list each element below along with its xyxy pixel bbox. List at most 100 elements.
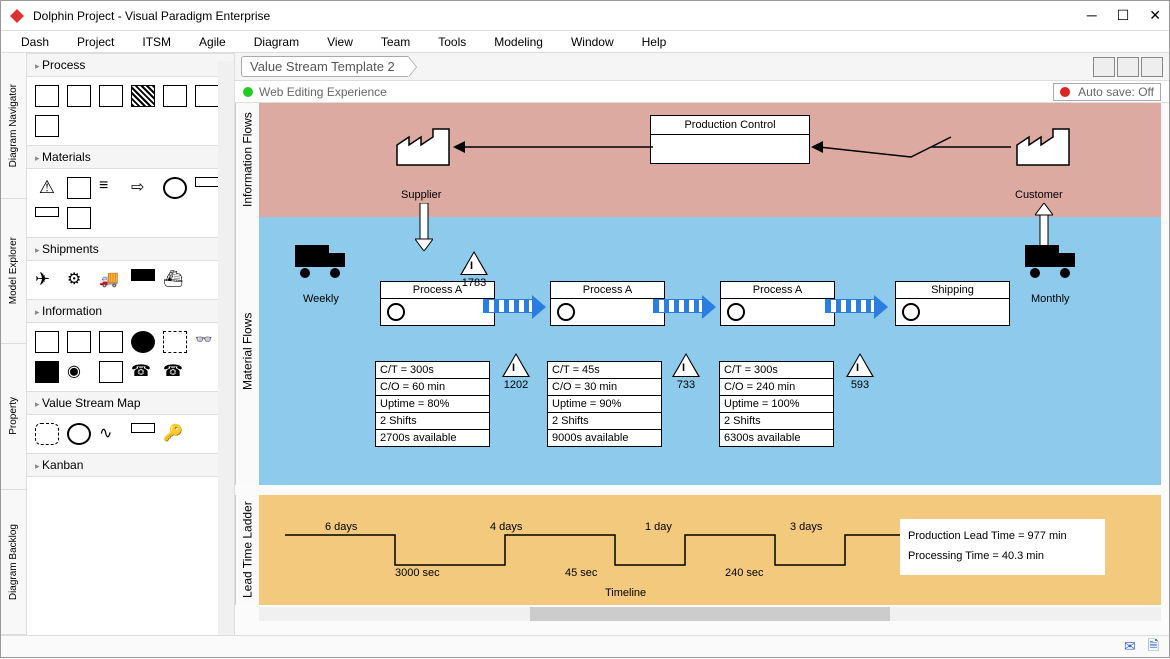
app-logo-icon	[9, 8, 25, 24]
push-arrow-1[interactable]	[483, 299, 533, 313]
production-control-box[interactable]: Production Control	[650, 115, 810, 164]
metrics-1[interactable]: C/T = 300sC/O = 60 minUptime = 80%2 Shif…	[375, 361, 490, 447]
palette-factory-icon[interactable]	[35, 85, 59, 107]
menu-tools[interactable]: Tools	[438, 35, 466, 49]
palette-monitor-icon[interactable]	[35, 331, 59, 353]
supplier-label: Supplier	[401, 189, 441, 201]
metrics-3[interactable]: C/T = 300sC/O = 240 minUptime = 100%2 Sh…	[719, 361, 834, 447]
palette-phone-icon[interactable]: ☎	[131, 361, 155, 383]
lane-label-info: Information Flows	[235, 103, 259, 217]
tab-diagram-navigator[interactable]: Diagram Navigator	[1, 53, 26, 199]
palette-bar-icon[interactable]	[195, 177, 219, 187]
tl-low-2: 45 sec	[565, 567, 597, 579]
breadcrumb[interactable]: Value Stream Template 2	[241, 56, 410, 77]
palette-warn-icon[interactable]: ⚠	[35, 177, 59, 199]
palette-section-materials[interactable]: Materials	[27, 145, 234, 169]
palette-rect-icon[interactable]	[67, 331, 91, 353]
process-3[interactable]: Process A	[720, 281, 835, 326]
menu-agile[interactable]: Agile	[199, 35, 226, 49]
toolbar-fit-button[interactable]	[1117, 57, 1139, 77]
process-2[interactable]: Process A	[550, 281, 665, 326]
titlebar: Dolphin Project - Visual Paradigm Enterp…	[1, 1, 1169, 31]
palette-section-kanban[interactable]: Kanban	[27, 453, 234, 477]
tab-model-explorer[interactable]: Model Explorer	[1, 199, 26, 345]
palette-table-icon[interactable]	[67, 85, 91, 107]
palette-arch2-icon[interactable]	[67, 177, 91, 199]
palette-truck-icon[interactable]: 🚚	[99, 269, 123, 291]
minimize-button[interactable]: ─	[1087, 7, 1097, 24]
maximize-button[interactable]: ☐	[1117, 7, 1130, 24]
palette-lines-icon[interactable]: ≡	[99, 177, 123, 199]
palette-arch-icon[interactable]	[163, 85, 187, 107]
palette-dot-icon[interactable]	[131, 331, 155, 353]
menu-modeling[interactable]: Modeling	[494, 35, 543, 49]
vertical-tabs: Diagram Navigator Model Explorer Propert…	[1, 53, 27, 635]
palette-forklift-icon[interactable]: ⚙	[67, 269, 91, 291]
palette-plane-icon[interactable]: ✈	[35, 269, 59, 291]
autosave-toggle[interactable]: Auto save: Off	[1053, 83, 1162, 101]
process-shipping[interactable]: Shipping	[895, 281, 1010, 326]
palette-rail-icon[interactable]	[131, 269, 155, 281]
palette-section-information[interactable]: Information	[27, 299, 234, 323]
palette-glasses-icon[interactable]: 👓	[195, 331, 219, 353]
push-arrow-3[interactable]	[825, 299, 875, 313]
tl-up-2: 4 days	[490, 521, 522, 533]
lead-time-summary[interactable]: Production Lead Time = 977 min Processin…	[900, 519, 1105, 575]
mail-icon[interactable]: ✉	[1124, 638, 1136, 655]
menu-team[interactable]: Team	[381, 35, 410, 49]
tab-diagram-backlog[interactable]: Diagram Backlog	[1, 490, 26, 636]
palette-dashed-icon[interactable]	[163, 331, 187, 353]
palette-arrow-icon[interactable]: ⇨	[131, 177, 155, 199]
metrics-2[interactable]: C/T = 45sC/O = 30 minUptime = 90%2 Shift…	[547, 361, 662, 447]
palette-split-icon[interactable]	[35, 115, 59, 137]
palette-scrollbar[interactable]	[218, 61, 234, 635]
palette-grid-icon[interactable]	[67, 207, 91, 229]
status-dot-icon	[243, 87, 253, 97]
menu-dash[interactable]: Dash	[21, 35, 49, 49]
menu-itsm[interactable]: ITSM	[142, 35, 171, 49]
weekly-label: Weekly	[303, 293, 339, 305]
palette-wave-icon[interactable]: ∿	[99, 423, 123, 445]
palette-book-icon[interactable]	[35, 361, 59, 383]
palette-section-shipments[interactable]: Shipments	[27, 237, 234, 261]
palette-card-icon[interactable]	[99, 361, 123, 383]
canvas-h-scrollbar[interactable]	[259, 607, 1161, 621]
diagram-canvas[interactable]: Information Flows Material Flows Lead Ti…	[235, 103, 1169, 635]
palette-bar2-icon[interactable]	[131, 423, 155, 433]
tab-property[interactable]: Property	[1, 344, 26, 490]
menu-project[interactable]: Project	[77, 35, 114, 49]
palette-person-icon[interactable]: ◉	[67, 361, 91, 383]
doc-icon[interactable]: 🗎	[1148, 635, 1159, 659]
palette-circle-icon[interactable]	[163, 177, 187, 199]
lane-label-material: Material Flows	[235, 217, 259, 485]
palette-hatch-icon[interactable]	[131, 85, 155, 107]
menu-window[interactable]: Window	[571, 35, 614, 49]
close-button[interactable]: ✕	[1149, 7, 1161, 24]
palette-roll-icon[interactable]	[35, 207, 59, 217]
truck-weekly-icon[interactable]	[295, 243, 347, 279]
menu-help[interactable]: Help	[642, 35, 667, 49]
supplier-factory-icon[interactable]	[395, 127, 451, 167]
menu-diagram[interactable]: Diagram	[254, 35, 299, 49]
palette-rows-icon[interactable]	[195, 85, 219, 107]
palette-ship-icon[interactable]: ⛴	[163, 269, 187, 291]
inventory-1[interactable]: I1783	[460, 251, 488, 275]
palette-stack-icon[interactable]	[99, 331, 123, 353]
inventory-3[interactable]: I733	[672, 353, 700, 377]
palette-section-process[interactable]: Process	[27, 53, 234, 77]
truck-monthly-icon[interactable]	[1025, 243, 1077, 279]
inventory-4[interactable]: I593	[846, 353, 874, 377]
inventory-2[interactable]: I1202	[502, 353, 530, 377]
palette-key-icon[interactable]: 🔑	[163, 423, 187, 445]
toolbar-new-button[interactable]	[1141, 57, 1163, 77]
palette-section-vsm[interactable]: Value Stream Map	[27, 391, 234, 415]
palette-cloud-icon[interactable]	[35, 423, 59, 445]
menu-view[interactable]: View	[327, 35, 353, 49]
palette-phone2-icon[interactable]: ☎	[163, 361, 187, 383]
window-title: Dolphin Project - Visual Paradigm Enterp…	[33, 9, 1087, 23]
palette-ring-icon[interactable]	[67, 423, 91, 445]
push-arrow-2[interactable]	[653, 299, 703, 313]
palette-box-icon[interactable]	[99, 85, 123, 107]
customer-factory-icon[interactable]	[1015, 127, 1071, 167]
toolbar-announce-button[interactable]	[1093, 57, 1115, 77]
